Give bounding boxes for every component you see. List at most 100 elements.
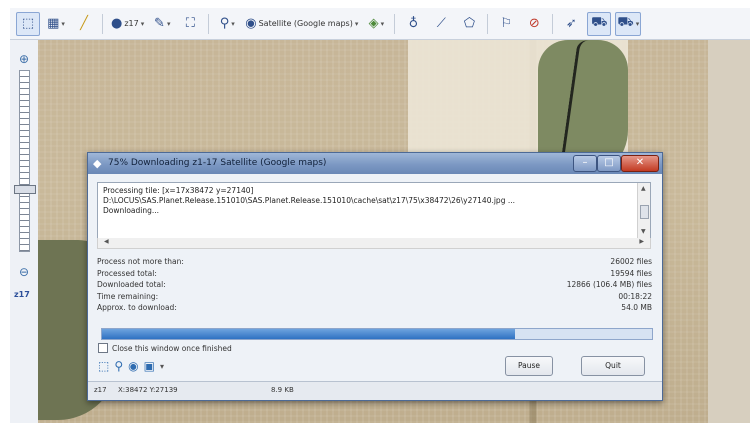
fullscreen-icon: ⛶ [185,16,195,31]
stat-row: Process not more than: 26002 files [97,257,652,269]
main-toolbar: ⬚ ▦ ▾ ╱ ● z17 ▾ ✎ ▾ ⛶ ⚲ ▾ ◉ Satellite (Google … [10,8,750,40]
chevron-down-icon: ▾ [380,19,385,28]
zoom-slider-thumb[interactable] [14,184,36,194]
close-when-finished-checkbox[interactable]: Close this window once finished [98,343,232,353]
layers-icon: ◈ [368,16,379,31]
stat-label: Approx. to download: [97,303,177,312]
log-horizontal-scrollbar[interactable]: ◀ ▶ [97,238,651,249]
log-line: Downloading... [103,206,160,215]
stat-value: 54.0 MB [621,303,652,312]
chevron-down-icon: ▾ [166,19,171,28]
zoom-out-icon[interactable]: ⊖ [16,265,32,279]
brush-icon: ✎ [154,16,165,31]
status-tile-size: 8.9 KB [271,386,294,394]
map-type-button[interactable]: ▦ ▾ [44,12,68,36]
download-dialog: ◆ 75% Downloading z1-17 Satellite (Googl… [87,152,663,401]
chevron-down-icon: ▾ [231,19,235,28]
marks-icon: ⚐ [500,16,513,31]
dialog-titlebar[interactable]: ◆ 75% Downloading z1-17 Satellite (Googl… [88,153,662,174]
toolbar-divider [394,13,396,34]
add-polygon-button[interactable]: ⬠ [457,12,481,36]
chevron-down-icon: ▾ [635,19,640,28]
ruler-button[interactable]: ╱ [72,12,96,36]
log-vertical-scrollbar[interactable]: ▲ ▼ [637,183,650,238]
map-icon: ▦ [47,16,60,31]
download-icon: ◆ [93,157,102,170]
quit-button[interactable]: Quit [581,356,645,376]
stat-row: Time remaining: 00:18:22 [97,292,652,304]
gps-track-button[interactable]: ⛟ [587,11,612,36]
globe-icon: ● [111,16,123,31]
maximize-button[interactable]: □ [597,155,621,172]
zoom-level-dropdown[interactable]: ● z17 ▾ [109,12,146,36]
polygon-icon: ⬠ [463,16,476,31]
satellite-globe-icon: ◉ [245,16,257,31]
stat-label: Downloaded total: [97,280,166,289]
screen: ⬚ ▦ ▾ ╱ ● z17 ▾ ✎ ▾ ⛶ ⚲ ▾ ◉ Satellite (Google … [0,0,754,423]
status-coordinates: X:38472 Y:27139 [118,386,178,394]
brush-button[interactable]: ✎ ▾ [150,12,174,36]
scroll-down-icon[interactable]: ▼ [641,228,646,235]
log-line: D:\LOCUS\SAS.Planet.Release.151010\SAS.P… [103,196,515,205]
chevron-down-icon: ▾ [354,19,359,28]
scroll-right-icon[interactable]: ▶ [639,238,644,245]
chevron-down-icon: ▾ [140,19,145,28]
gps-center-button[interactable]: ⛟ ▾ [615,11,642,36]
cursor-icon: ⬚ [21,16,35,31]
map-terrain-patch [708,40,750,423]
toolbar-divider [208,13,210,34]
checkbox-box[interactable] [98,343,108,353]
scroll-up-icon[interactable]: ▲ [641,185,646,192]
zoom-slider-track[interactable] [19,70,30,252]
dialog-title: 75% Downloading z1-17 Satellite (Google … [108,158,327,168]
minimize-icon: – [582,157,588,168]
gps-button[interactable]: ➶ [559,12,583,36]
stat-value: 19594 files [610,268,652,278]
select-region-button[interactable]: ⬚ [16,11,40,36]
toolbar-divider [552,13,554,34]
stat-value: 26002 files [610,257,652,266]
fullscreen-button[interactable]: ⛶ [178,12,202,36]
scroll-thumb[interactable] [640,205,649,219]
zoom-to-area-icon[interactable]: ⚲ [114,359,123,373]
globe-icon[interactable]: ◉ [128,359,138,373]
sources-button[interactable]: ⚲ ▾ [215,12,239,36]
gps-center-icon: ⛟ [617,15,634,30]
stat-row: Approx. to download: 54.0 MB [97,303,652,315]
stop-icon: ⊘ [528,16,540,31]
stat-label: Time remaining: [97,291,159,301]
add-path-button[interactable]: ⟋ [429,12,453,36]
chevron-down-icon[interactable]: ▾ [160,362,164,371]
gps-icon: ➶ [565,16,577,31]
maximize-icon: □ [604,157,614,168]
select-area-icon[interactable]: ⬚ [98,359,109,373]
minimize-button[interactable]: – [573,155,597,172]
log-textarea[interactable]: Processing tile: [x=17x38472 y=27140] D:… [97,182,651,239]
scroll-left-icon[interactable]: ◀ [104,238,109,245]
download-progress-bar [101,328,653,340]
dialog-tool-row: ⬚ ⚲ ◉ ▣ ▾ [98,359,164,373]
delete-marks-button[interactable]: ⊘ [522,12,546,36]
marks-button[interactable]: ⚐ [494,12,518,36]
layers-button[interactable]: ◈ ▾ [364,12,388,36]
log-line: Processing tile: [x=17x38472 y=27140] [103,186,254,195]
download-progress-fill [102,329,515,339]
zoom-panel: ⊕ ⊖ z17 [10,40,39,423]
pause-button[interactable]: Pause [505,356,553,376]
close-button[interactable]: ✕ [621,155,659,172]
dialog-status-bar: z17 X:38472 Y:27139 8.9 KB [88,381,662,400]
toolbar-divider [102,13,103,34]
map-source-dropdown[interactable]: ◉ Satellite (Google maps) ▾ [243,12,360,36]
chevron-down-icon: ▾ [61,19,65,28]
sources-icon: ⚲ [219,16,230,31]
zoom-level-label: z17 [124,19,139,28]
stat-row: Processed total: 19594 files [97,269,652,281]
add-placemark-button[interactable]: ♁ [401,12,425,36]
save-icon[interactable]: ▣ [144,359,155,373]
stat-value: 12866 (106.4 MB) files [566,280,652,289]
zoom-in-icon[interactable]: ⊕ [16,52,32,66]
stat-label: Processed total: [97,268,157,278]
download-stats: Process not more than: 26002 files Proces… [97,257,652,315]
placemark-icon: ♁ [408,16,419,31]
zoom-level-indicator: z17 [14,290,30,299]
